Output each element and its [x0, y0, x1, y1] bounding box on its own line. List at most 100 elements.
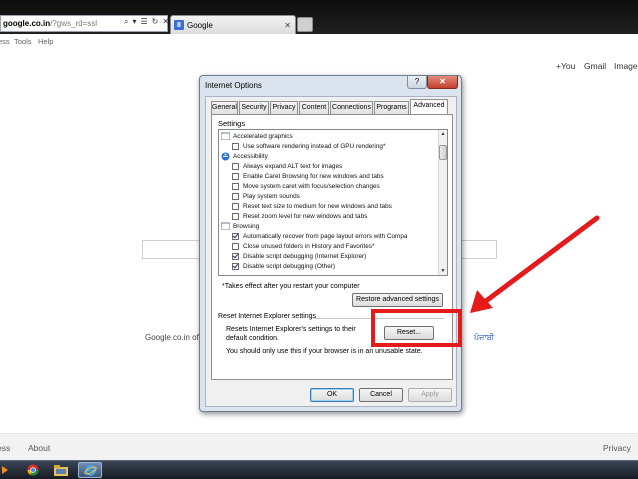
language-link-punjabi[interactable]: ਪੰਜਾਬੀ [474, 333, 494, 343]
scrollbar-thumb[interactable] [439, 145, 447, 160]
google-plus-link[interactable]: +You [556, 61, 575, 71]
lock-icon[interactable]: ☰ [141, 17, 148, 27]
media-player-icon[interactable] [0, 462, 10, 478]
setting-reset-zoom-level[interactable]: Reset zoom level for new windows and tab… [232, 211, 367, 221]
setting-label: Use software rendering instead of GPU re… [243, 142, 386, 150]
setting-label: Always expand ALT text for images [243, 162, 343, 170]
setting-label: Automatically recover from page layout e… [243, 232, 408, 240]
setting-reset-text-size[interactable]: Reset text size to medium for new window… [232, 201, 392, 211]
checkbox[interactable] [232, 212, 239, 220]
stop-icon[interactable]: ✕ [162, 17, 169, 27]
advanced-settings-list[interactable]: Accelerated graphics Use software render… [218, 129, 448, 276]
offered-in-text: Google.co.in offe [145, 333, 206, 342]
setting-software-rendering[interactable]: Use software rendering instead of GPU re… [232, 141, 385, 151]
tab-security[interactable]: Security [239, 101, 269, 114]
address-domain: google.co.in [3, 19, 51, 28]
menu-item-favorites[interactable]: ess [0, 37, 10, 46]
gmail-link[interactable]: Gmail [584, 61, 606, 71]
tree-category-browsing: Browsing [220, 221, 260, 231]
setting-label: Disable script debugging (Internet Explo… [243, 252, 367, 260]
dialog-body: General Security Privacy Content Connect… [205, 96, 457, 407]
reset-description: Resets Internet Explorer's settings to t… [226, 326, 356, 342]
reset-warning: You should only use this if your browser… [226, 348, 423, 355]
apply-button[interactable]: Apply [408, 388, 452, 402]
restart-note: *Takes effect after you restart your com… [222, 283, 360, 290]
internet-explorer-icon[interactable] [78, 462, 102, 478]
settings-scrollbar[interactable]: ▲ ▼ [438, 130, 447, 275]
tab-programs[interactable]: Programs [374, 101, 409, 114]
reset-section-label: Reset Internet Explorer settings [218, 313, 317, 320]
checkbox-checked[interactable] [232, 262, 239, 270]
cancel-button[interactable]: Cancel [359, 388, 403, 402]
checkbox[interactable] [232, 192, 239, 200]
tab-title: Google [187, 20, 213, 30]
setting-label: Move system caret with focus/selection c… [243, 182, 380, 190]
menu-item-help[interactable]: Help [38, 37, 53, 46]
accessibility-icon [221, 152, 230, 161]
tab-advanced[interactable]: Advanced [410, 99, 448, 114]
explorer-folder-icon[interactable] [50, 462, 72, 478]
tree-label: Accessibility [233, 152, 268, 160]
internet-options-dialog: Internet Options ? ✕ General Security Pr… [199, 75, 462, 412]
setting-move-system-caret[interactable]: Move system caret with focus/selection c… [232, 181, 380, 191]
images-link[interactable]: Images [614, 61, 638, 71]
setting-label: Reset zoom level for new windows and tab… [243, 212, 368, 220]
menu-item-tools[interactable]: Tools [14, 37, 32, 46]
setting-label: Enable Caret Browsing for new windows an… [243, 172, 384, 180]
search-icon[interactable]: ⌕ [124, 17, 128, 27]
scroll-down-arrow-icon[interactable]: ▼ [439, 267, 447, 275]
checkbox-checked[interactable] [232, 252, 239, 260]
checkbox[interactable] [232, 202, 239, 210]
tree-category-accessibility: Accessibility [221, 151, 268, 161]
checkbox[interactable] [232, 162, 239, 170]
chrome-icon[interactable] [22, 462, 44, 478]
taskbar [0, 460, 638, 479]
refresh-icon[interactable]: ↻ [152, 17, 159, 27]
address-bar-icons: ⌕ ▾ ☰ ↻ ✕ [124, 17, 169, 27]
google-favicon-icon: 8 [174, 20, 184, 30]
setting-disable-script-debugging-ie[interactable]: Disable script debugging (Internet Explo… [232, 251, 366, 261]
settings-group-label: Settings [218, 119, 246, 128]
ok-button[interactable]: OK [310, 388, 354, 402]
help-button[interactable]: ? [407, 76, 427, 89]
folder-icon [220, 132, 231, 141]
menu-bar: ess Tools Help [0, 34, 638, 48]
tab-privacy[interactable]: Privacy [270, 101, 298, 114]
tab-connections[interactable]: Connections [330, 101, 373, 114]
checkbox-checked[interactable] [232, 232, 239, 240]
setting-caret-browsing[interactable]: Enable Caret Browsing for new windows an… [232, 171, 384, 181]
browser-tab-google[interactable]: 8 Google ✕ [170, 15, 296, 34]
tab-general[interactable]: General [211, 101, 238, 114]
setting-label: Close unused folders in History and Favo… [243, 242, 375, 250]
footer-link-about[interactable]: About [28, 443, 50, 453]
google-footer: ess About Privacy [0, 433, 638, 460]
footer-link-business[interactable]: ess [0, 443, 10, 453]
dropdown-icon[interactable]: ▾ [132, 17, 136, 27]
tree-label: Browsing [233, 222, 260, 230]
setting-play-system-sounds[interactable]: Play system sounds [232, 191, 300, 201]
setting-label: Disable script debugging (Other) [243, 262, 335, 270]
checkbox[interactable] [232, 242, 239, 250]
folder-icon [220, 222, 231, 231]
close-button[interactable]: ✕ [427, 76, 458, 89]
setting-expand-alt-text[interactable]: Always expand ALT text for images [232, 161, 342, 171]
close-tab-icon[interactable]: ✕ [284, 21, 291, 30]
setting-label: Reset text size to medium for new window… [243, 202, 392, 210]
checkbox[interactable] [232, 142, 239, 150]
reset-highlight-box [371, 309, 462, 347]
tree-label: Accelerated graphics [233, 132, 293, 140]
checkbox[interactable] [232, 172, 239, 180]
setting-auto-recover[interactable]: Automatically recover from page layout e… [232, 231, 407, 241]
restore-advanced-settings-button[interactable]: Restore advanced settings [352, 293, 443, 307]
setting-close-unused-folders[interactable]: Close unused folders in History and Favo… [232, 241, 374, 251]
scroll-up-arrow-icon[interactable]: ▲ [439, 130, 447, 138]
dialog-tab-strip: General Security Privacy Content Connect… [211, 99, 453, 114]
setting-disable-script-debugging-other[interactable]: Disable script debugging (Other) [232, 261, 335, 271]
footer-link-privacy[interactable]: Privacy [603, 443, 631, 453]
dialog-title: Internet Options [205, 81, 262, 90]
setting-label: Play system sounds [243, 192, 300, 200]
new-tab-button[interactable] [297, 17, 313, 32]
tab-content[interactable]: Content [299, 101, 329, 114]
checkbox[interactable] [232, 182, 239, 190]
address-path: /?gws_rd=ssl [50, 19, 98, 28]
